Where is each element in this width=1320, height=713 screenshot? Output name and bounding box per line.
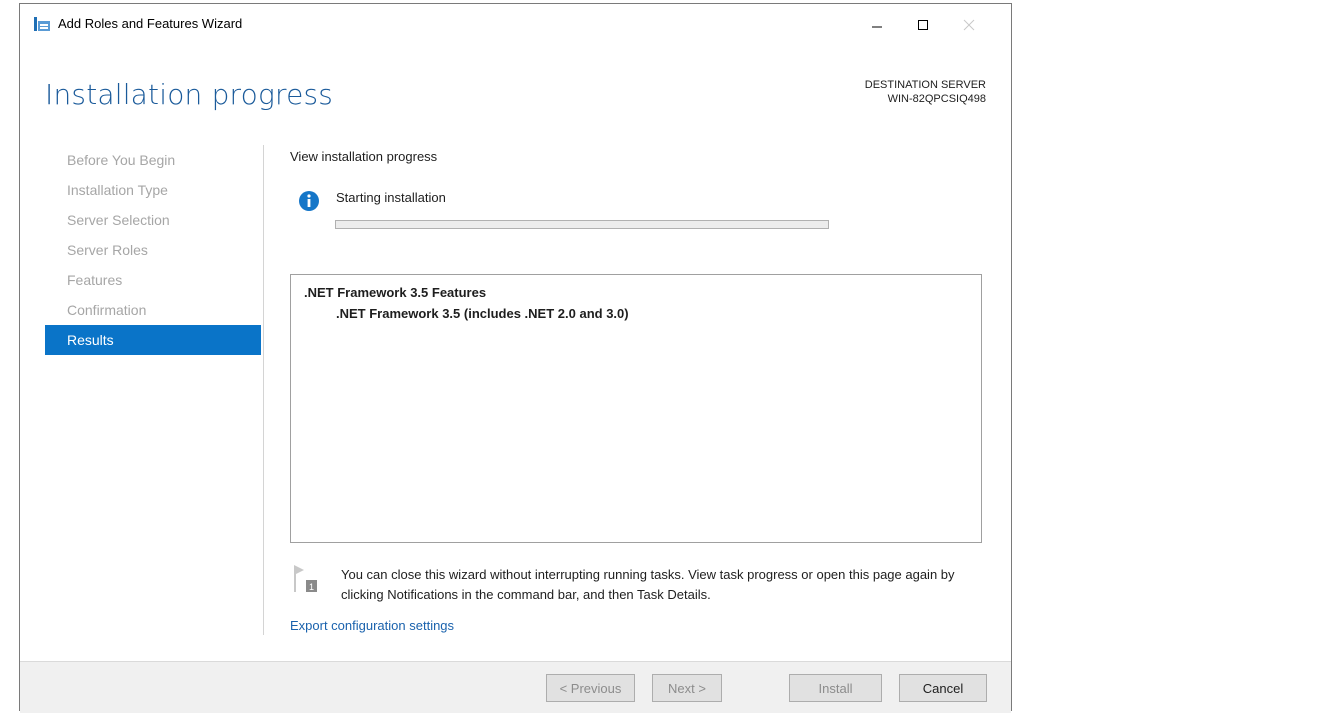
nav-item-before-you-begin[interactable]: Before You Begin [45,145,261,175]
cancel-button[interactable]: Cancel [899,674,987,702]
destination-server: DESTINATION SERVER WIN-82QPCSIQ498 [865,78,986,106]
destination-label: DESTINATION SERVER [864,79,986,91]
minimize-button[interactable] [854,4,900,46]
notice-text: You can close this wizard without interr… [341,567,955,602]
nav-item-confirmation[interactable]: Confirmation [45,295,261,325]
wizard-nav: Before You Begin Installation Type Serve… [45,145,261,355]
nav-divider [263,145,264,635]
page-title: Installation progress [45,78,334,111]
close-icon [963,19,975,31]
status-text: Starting installation [336,190,446,205]
info-icon [299,191,319,211]
minimize-icon [872,26,882,28]
destination-server-name: WIN-82QPCSIQ498 [887,93,986,105]
nav-item-results[interactable]: Results [45,325,261,355]
nav-item-server-selection[interactable]: Server Selection [45,205,261,235]
feature-item: .NET Framework 3.5 (includes .NET 2.0 an… [336,306,629,321]
notice-badge-number: 1 [309,582,314,592]
maximize-button[interactable] [900,4,946,46]
flag-icon: 1 [294,565,317,592]
nav-item-installation-type[interactable]: Installation Type [45,175,261,205]
wizard-footer: < Previous Next > Install Cancel [20,661,1011,713]
install-button[interactable]: Install [789,674,882,702]
export-configuration-link[interactable]: Export configuration settings [290,618,454,633]
previous-button[interactable]: < Previous [546,674,635,702]
installation-progress-bar [335,220,829,229]
title-bar: Add Roles and Features Wizard [20,4,1011,46]
close-button[interactable] [946,4,992,46]
nav-item-server-roles[interactable]: Server Roles [45,235,261,265]
wizard-window: Add Roles and Features Wizard Installati… [19,3,1012,713]
window-title: Add Roles and Features Wizard [58,16,243,31]
server-manager-icon [34,17,50,31]
feature-item: .NET Framework 3.5 Features [304,285,487,300]
maximize-icon [918,20,928,30]
nav-item-features[interactable]: Features [45,265,261,295]
section-title: View installation progress [290,149,438,164]
next-button[interactable]: Next > [652,674,722,702]
feature-list: .NET Framework 3.5 Features .NET Framewo… [290,274,982,543]
